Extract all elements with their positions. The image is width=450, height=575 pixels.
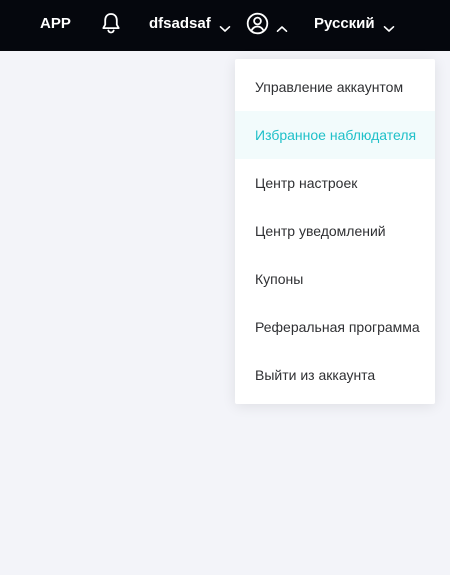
chevron-down-icon xyxy=(383,20,395,32)
bell-icon[interactable] xyxy=(101,12,121,34)
language-selector[interactable]: Русский xyxy=(314,15,395,33)
username-label: dfsadsaf xyxy=(149,15,211,32)
menu-item-referral-program[interactable]: Реферальная программа xyxy=(235,303,435,351)
app-link[interactable]: APP xyxy=(40,15,71,33)
menu-item-notification-center[interactable]: Центр уведомлений xyxy=(235,207,435,255)
chevron-up-icon xyxy=(276,20,288,32)
top-navigation-bar: APP dfsadsaf Русский xyxy=(0,0,450,51)
menu-item-account-management[interactable]: Управление аккаунтом xyxy=(235,63,435,111)
chevron-down-icon xyxy=(219,20,231,32)
menu-item-settings-center[interactable]: Центр настроек xyxy=(235,159,435,207)
user-menu-toggle[interactable]: dfsadsaf xyxy=(149,15,231,33)
menu-item-watchlist[interactable]: Избранное наблюдателя xyxy=(235,111,435,159)
user-circle-icon xyxy=(246,12,269,35)
menu-item-logout[interactable]: Выйти из аккаунта xyxy=(235,351,435,399)
dropdown-list: Управление аккаунтом Избранное наблюдате… xyxy=(235,63,435,399)
account-menu-toggle[interactable] xyxy=(246,12,288,35)
language-label: Русский xyxy=(314,15,375,32)
account-dropdown-menu: Управление аккаунтом Избранное наблюдате… xyxy=(235,59,435,404)
menu-item-coupons[interactable]: Купоны xyxy=(235,255,435,303)
